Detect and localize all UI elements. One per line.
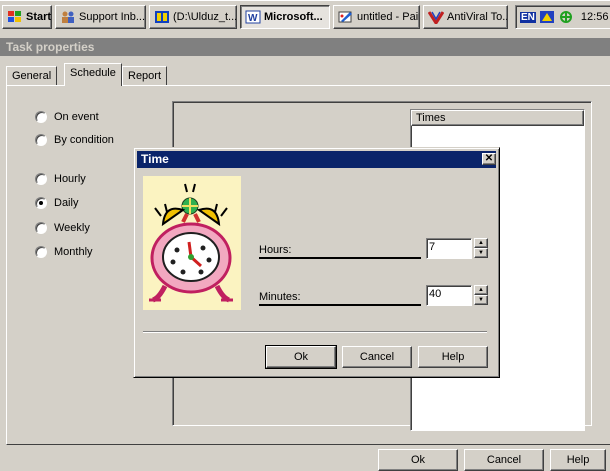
tab-schedule[interactable]: Schedule <box>64 63 122 86</box>
minutes-label: Minutes: <box>259 291 421 306</box>
radio-button[interactable] <box>35 246 47 258</box>
radio-on-event[interactable]: On event <box>35 111 99 123</box>
svg-text:W: W <box>248 13 258 24</box>
hours-input[interactable]: 7 <box>426 238 472 259</box>
tab-label: Schedule <box>70 67 116 79</box>
tab-general[interactable]: General <box>6 66 58 86</box>
tray-network-icon[interactable] <box>558 10 574 24</box>
tab-label: General <box>12 70 52 82</box>
word-icon: W <box>245 10 261 24</box>
taskbar-button-label: (D:\Ulduz_t... <box>173 11 237 23</box>
tray-app-icon[interactable] <box>539 10 555 24</box>
tab-report[interactable]: Report <box>122 66 168 86</box>
button-label: Ok <box>410 454 426 466</box>
column-header-label: Times <box>416 112 446 124</box>
hours-label: Hours: <box>259 244 421 259</box>
radio-label: On event <box>54 111 99 123</box>
tray-clock: 12:56 <box>580 11 609 23</box>
times-column-header[interactable]: Times <box>411 110 584 126</box>
radio-label: By condition <box>54 134 114 146</box>
radio-button[interactable] <box>35 134 47 146</box>
window-title-bar: Task properties <box>0 38 610 56</box>
tab-label: Report <box>128 70 162 82</box>
button-label: Cancel <box>359 351 395 363</box>
radio-button[interactable] <box>35 173 47 185</box>
taskbar-button-label: untitled - Paint <box>357 11 419 23</box>
radio-button[interactable] <box>35 111 47 123</box>
taskbar-button-explorer[interactable]: (D:\Ulduz_t... <box>149 5 237 29</box>
dialog-ok-button[interactable]: Ok <box>265 345 337 369</box>
start-label: Start <box>26 11 52 23</box>
radio-weekly[interactable]: Weekly <box>35 222 90 234</box>
paint-icon <box>338 11 352 23</box>
label-text: Hours: <box>259 244 292 256</box>
time-dialog: Time ✕ Hours: 7 ▲ ▼ Minutes: 40 ▲ ▼ Ok C… <box>133 147 500 378</box>
alarm-clock-illustration <box>143 176 241 310</box>
radio-label: Weekly <box>54 222 90 234</box>
minutes-spinner[interactable]: ▲ ▼ <box>474 285 488 306</box>
dialog-cancel-button[interactable]: Cancel <box>342 346 412 368</box>
taskbar-button-label: Microsoft... <box>264 11 323 23</box>
antiviral-icon <box>428 11 444 24</box>
radio-button[interactable] <box>35 197 47 209</box>
button-label: Cancel <box>486 454 522 466</box>
radio-label: Daily <box>54 197 79 209</box>
system-tray: EN 12:56 <box>515 5 610 29</box>
spin-up-icon[interactable]: ▲ <box>474 238 488 248</box>
close-icon[interactable]: ✕ <box>482 153 496 165</box>
dialog-separator <box>143 331 487 333</box>
taskbar: Start Support Inb... (D:\Ulduz_t... W Mi… <box>0 0 610 33</box>
dialog-help-button[interactable]: Help <box>418 346 488 368</box>
taskbar-button-label: AntiViral To... <box>447 11 508 23</box>
spin-down-icon[interactable]: ▼ <box>474 248 488 258</box>
spin-down-icon[interactable]: ▼ <box>474 295 488 305</box>
help-button[interactable]: Help <box>550 449 606 471</box>
label-text: Minutes: <box>259 291 301 303</box>
button-label: Help <box>566 454 590 466</box>
radio-hourly[interactable]: Hourly <box>35 173 86 185</box>
button-label: Ok <box>293 351 309 363</box>
radio-label: Hourly <box>54 173 86 185</box>
alarm-clock-icon <box>149 183 233 303</box>
start-button[interactable]: Start <box>2 5 52 29</box>
dialog-title-bar: Time ✕ <box>137 151 496 168</box>
radio-button[interactable] <box>35 222 47 234</box>
radio-daily[interactable]: Daily <box>35 197 78 209</box>
window-title: Task properties <box>6 40 95 54</box>
windows-logo-icon <box>8 11 21 22</box>
radio-monthly[interactable]: Monthly <box>35 246 93 258</box>
taskbar-button-paint[interactable]: untitled - Paint <box>333 5 420 29</box>
cancel-button[interactable]: Cancel <box>464 449 544 471</box>
folder-window-icon <box>155 11 169 23</box>
radio-by-condition[interactable]: By condition <box>35 134 114 146</box>
taskbar-button-microsoft-word[interactable]: W Microsoft... <box>240 5 330 29</box>
people-icon <box>62 11 74 23</box>
language-indicator[interactable]: EN <box>520 11 536 23</box>
ok-button[interactable]: Ok <box>378 449 458 471</box>
spin-up-icon[interactable]: ▲ <box>474 285 488 295</box>
taskbar-button-support-inbox[interactable]: Support Inb... <box>55 5 146 29</box>
minutes-input[interactable]: 40 <box>426 285 472 306</box>
taskbar-button-antiviral[interactable]: AntiViral To... <box>423 5 508 29</box>
hours-spinner[interactable]: ▲ ▼ <box>474 238 488 259</box>
taskbar-button-label: Support Inb... <box>79 11 146 23</box>
dialog-title: Time <box>141 152 169 166</box>
button-label: Help <box>441 351 465 363</box>
radio-label: Monthly <box>54 246 93 258</box>
